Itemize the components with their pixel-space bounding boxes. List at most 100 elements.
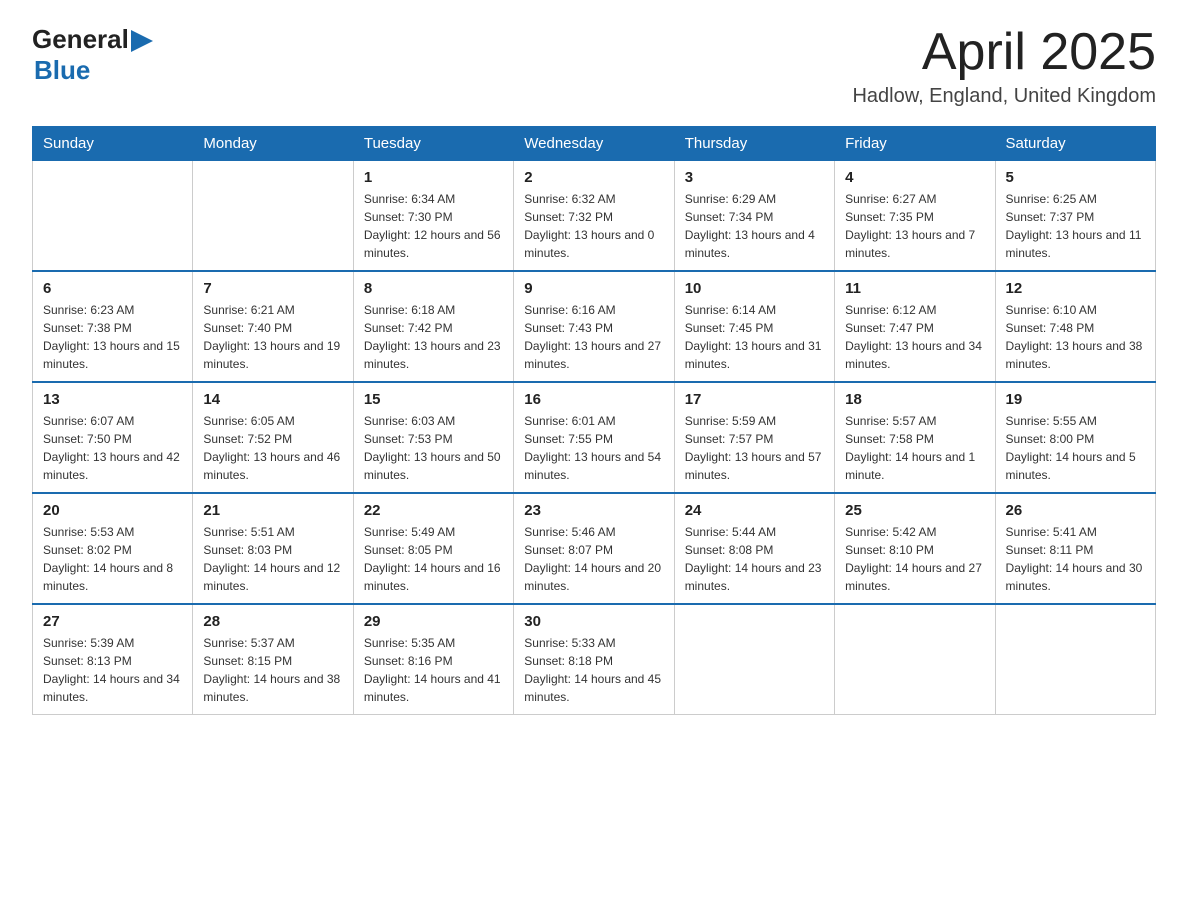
calendar-cell <box>33 161 193 272</box>
day-number: 30 <box>524 613 663 630</box>
day-info: Sunrise: 5:37 AMSunset: 8:15 PMDaylight:… <box>203 634 342 706</box>
day-info: Sunrise: 6:10 AMSunset: 7:48 PMDaylight:… <box>1006 301 1145 373</box>
header-thursday: Thursday <box>674 127 834 161</box>
week-row-3: 13 Sunrise: 6:07 AMSunset: 7:50 PMDayligh… <box>33 382 1156 493</box>
day-number: 15 <box>364 391 503 408</box>
logo-blue-text: Blue <box>34 55 90 86</box>
day-info: Sunrise: 5:59 AMSunset: 7:57 PMDaylight:… <box>685 412 824 484</box>
calendar-cell: 7Sunrise: 6:21 AMSunset: 7:40 PMDaylight… <box>193 271 353 382</box>
calendar-cell: 29 Sunrise: 5:35 AMSunset: 8:16 PMDayligh… <box>353 604 513 715</box>
header-friday: Friday <box>835 127 995 161</box>
day-info: Sunrise: 6:27 AMSunset: 7:35 PMDaylight:… <box>845 190 984 262</box>
day-number: 1 <box>364 169 503 186</box>
day-info: Sunrise: 6:07 AMSunset: 7:50 PMDaylight:… <box>43 412 182 484</box>
week-row-1: 1 Sunrise: 6:34 AMSunset: 7:30 PMDaylight… <box>33 161 1156 272</box>
calendar-cell: 12 Sunrise: 6:10 AMSunset: 7:48 PMDayligh… <box>995 271 1155 382</box>
calendar-cell: 26 Sunrise: 5:41 AMSunset: 8:11 PMDayligh… <box>995 493 1155 604</box>
calendar-cell <box>995 604 1155 715</box>
day-info: Sunrise: 5:46 AMSunset: 8:07 PMDaylight:… <box>524 523 663 595</box>
header-wednesday: Wednesday <box>514 127 674 161</box>
calendar-cell: 6 Sunrise: 6:23 AMSunset: 7:38 PMDaylight… <box>33 271 193 382</box>
header-tuesday: Tuesday <box>353 127 513 161</box>
page-header: General Blue April 2025 Hadlow, England,… <box>32 24 1156 108</box>
day-number: 29 <box>364 613 503 630</box>
day-info: Sunrise: 6:01 AMSunset: 7:55 PMDaylight:… <box>524 412 663 484</box>
day-number: 10 <box>685 280 824 297</box>
calendar-cell: 22Sunrise: 5:49 AMSunset: 8:05 PMDayligh… <box>353 493 513 604</box>
calendar-header-row: SundayMondayTuesdayWednesdayThursdayFrid… <box>33 127 1156 161</box>
day-number: 16 <box>524 391 663 408</box>
calendar-cell: 13 Sunrise: 6:07 AMSunset: 7:50 PMDayligh… <box>33 382 193 493</box>
day-info: Sunrise: 5:35 AMSunset: 8:16 PMDaylight:… <box>364 634 503 706</box>
calendar-cell: 11 Sunrise: 6:12 AMSunset: 7:47 PMDayligh… <box>835 271 995 382</box>
day-info: Sunrise: 5:41 AMSunset: 8:11 PMDaylight:… <box>1006 523 1145 595</box>
day-number: 12 <box>1006 280 1145 297</box>
day-info: Sunrise: 6:14 AMSunset: 7:45 PMDaylight:… <box>685 301 824 373</box>
day-info: Sunrise: 6:03 AMSunset: 7:53 PMDaylight:… <box>364 412 503 484</box>
day-number: 24 <box>685 502 824 519</box>
day-number: 4 <box>845 169 984 186</box>
calendar-cell: 3 Sunrise: 6:29 AMSunset: 7:34 PMDaylight… <box>674 161 834 272</box>
day-info: Sunrise: 6:32 AMSunset: 7:32 PMDaylight:… <box>524 190 663 262</box>
calendar-cell: 16 Sunrise: 6:01 AMSunset: 7:55 PMDayligh… <box>514 382 674 493</box>
day-info: Sunrise: 6:12 AMSunset: 7:47 PMDaylight:… <box>845 301 984 373</box>
day-info: Sunrise: 5:44 AMSunset: 8:08 PMDaylight:… <box>685 523 824 595</box>
day-number: 13 <box>43 391 182 408</box>
calendar-cell <box>835 604 995 715</box>
calendar-cell: 21 Sunrise: 5:51 AMSunset: 8:03 PMDayligh… <box>193 493 353 604</box>
day-info: Sunrise: 5:33 AMSunset: 8:18 PMDaylight:… <box>524 634 663 706</box>
day-info: Sunrise: 6:25 AMSunset: 7:37 PMDaylight:… <box>1006 190 1145 262</box>
calendar-table: SundayMondayTuesdayWednesdayThursdayFrid… <box>32 126 1156 715</box>
calendar-cell: 10 Sunrise: 6:14 AMSunset: 7:45 PMDayligh… <box>674 271 834 382</box>
day-number: 6 <box>43 280 182 297</box>
day-number: 21 <box>203 502 342 519</box>
title-block: April 2025 Hadlow, England, United Kingd… <box>852 24 1156 108</box>
day-info: Sunrise: 6:16 AMSunset: 7:43 PMDaylight:… <box>524 301 663 373</box>
day-number: 11 <box>845 280 984 297</box>
day-info: Sunrise: 6:29 AMSunset: 7:34 PMDaylight:… <box>685 190 824 262</box>
day-info: Sunrise: 6:34 AMSunset: 7:30 PMDaylight:… <box>364 190 503 262</box>
calendar-cell: 28 Sunrise: 5:37 AMSunset: 8:15 PMDayligh… <box>193 604 353 715</box>
logo-general-text: General <box>32 24 129 55</box>
day-number: 3 <box>685 169 824 186</box>
week-row-4: 20Sunrise: 5:53 AMSunset: 8:02 PMDayligh… <box>33 493 1156 604</box>
logo: General Blue <box>32 24 153 86</box>
day-number: 5 <box>1006 169 1145 186</box>
day-info: Sunrise: 5:49 AMSunset: 8:05 PMDaylight:… <box>364 523 503 595</box>
day-info: Sunrise: 6:18 AMSunset: 7:42 PMDaylight:… <box>364 301 503 373</box>
calendar-cell: 9Sunrise: 6:16 AMSunset: 7:43 PMDaylight… <box>514 271 674 382</box>
day-number: 8 <box>364 280 503 297</box>
calendar-cell: 27Sunrise: 5:39 AMSunset: 8:13 PMDayligh… <box>33 604 193 715</box>
calendar-cell: 5 Sunrise: 6:25 AMSunset: 7:37 PMDaylight… <box>995 161 1155 272</box>
day-number: 28 <box>203 613 342 630</box>
day-info: Sunrise: 5:39 AMSunset: 8:13 PMDaylight:… <box>43 634 182 706</box>
calendar-cell: 2Sunrise: 6:32 AMSunset: 7:32 PMDaylight… <box>514 161 674 272</box>
day-info: Sunrise: 5:51 AMSunset: 8:03 PMDaylight:… <box>203 523 342 595</box>
calendar-cell: 24 Sunrise: 5:44 AMSunset: 8:08 PMDayligh… <box>674 493 834 604</box>
day-info: Sunrise: 5:57 AMSunset: 7:58 PMDaylight:… <box>845 412 984 484</box>
calendar-subtitle: Hadlow, England, United Kingdom <box>852 85 1156 108</box>
logo-triangle-icon <box>131 30 153 52</box>
calendar-cell: 14Sunrise: 6:05 AMSunset: 7:52 PMDayligh… <box>193 382 353 493</box>
day-info: Sunrise: 6:21 AMSunset: 7:40 PMDaylight:… <box>203 301 342 373</box>
calendar-cell: 23Sunrise: 5:46 AMSunset: 8:07 PMDayligh… <box>514 493 674 604</box>
day-info: Sunrise: 5:53 AMSunset: 8:02 PMDaylight:… <box>43 523 182 595</box>
header-sunday: Sunday <box>33 127 193 161</box>
day-number: 26 <box>1006 502 1145 519</box>
day-info: Sunrise: 6:23 AMSunset: 7:38 PMDaylight:… <box>43 301 182 373</box>
calendar-cell: 18 Sunrise: 5:57 AMSunset: 7:58 PMDayligh… <box>835 382 995 493</box>
calendar-cell: 1 Sunrise: 6:34 AMSunset: 7:30 PMDaylight… <box>353 161 513 272</box>
week-row-5: 27Sunrise: 5:39 AMSunset: 8:13 PMDayligh… <box>33 604 1156 715</box>
day-number: 17 <box>685 391 824 408</box>
day-info: Sunrise: 5:55 AMSunset: 8:00 PMDaylight:… <box>1006 412 1145 484</box>
week-row-2: 6 Sunrise: 6:23 AMSunset: 7:38 PMDaylight… <box>33 271 1156 382</box>
calendar-cell: 8 Sunrise: 6:18 AMSunset: 7:42 PMDaylight… <box>353 271 513 382</box>
calendar-cell: 30 Sunrise: 5:33 AMSunset: 8:18 PMDayligh… <box>514 604 674 715</box>
calendar-cell: 17 Sunrise: 5:59 AMSunset: 7:57 PMDayligh… <box>674 382 834 493</box>
day-number: 14 <box>203 391 342 408</box>
day-number: 18 <box>845 391 984 408</box>
day-number: 19 <box>1006 391 1145 408</box>
calendar-cell: 25Sunrise: 5:42 AMSunset: 8:10 PMDayligh… <box>835 493 995 604</box>
calendar-cell: 4 Sunrise: 6:27 AMSunset: 7:35 PMDaylight… <box>835 161 995 272</box>
calendar-cell: 19 Sunrise: 5:55 AMSunset: 8:00 PMDayligh… <box>995 382 1155 493</box>
